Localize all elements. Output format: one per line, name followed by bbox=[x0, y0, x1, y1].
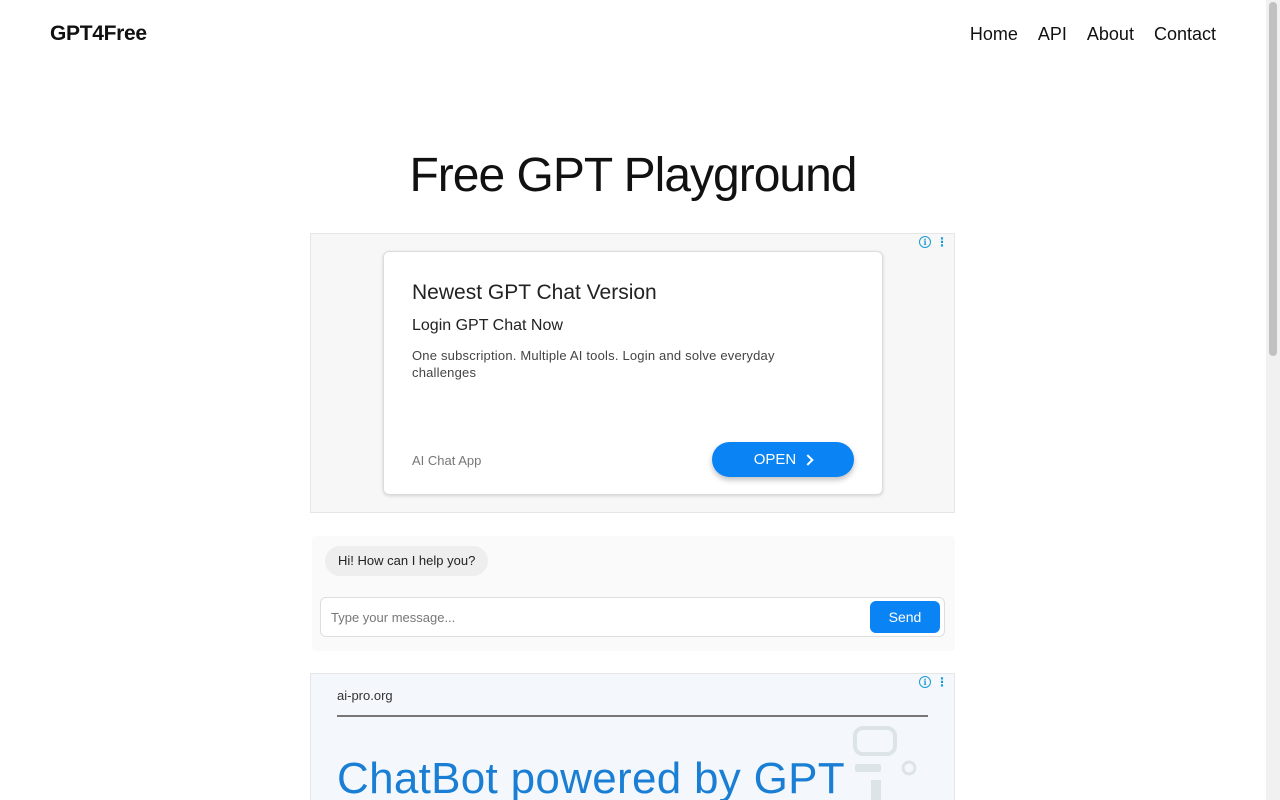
ad-headline-large[interactable]: ChatBot powered by GPT bbox=[337, 754, 845, 800]
ad-domain[interactable]: ai-pro.org bbox=[337, 688, 393, 703]
scrollbar-thumb[interactable] bbox=[1269, 2, 1277, 356]
nav-api-link[interactable]: API bbox=[1038, 24, 1067, 45]
ad-choices-bottom[interactable]: i ⋮ bbox=[919, 676, 948, 688]
nav-home-link[interactable]: Home bbox=[970, 24, 1018, 45]
ad-banner-top[interactable]: i ⋮ Newest GPT Chat Version Login GPT Ch… bbox=[310, 233, 955, 513]
send-button[interactable]: Send bbox=[870, 601, 940, 633]
info-icon[interactable]: i bbox=[919, 676, 931, 688]
main-nav: Home API About Contact bbox=[970, 24, 1216, 45]
ad-card[interactable]: Newest GPT Chat Version Login GPT Chat N… bbox=[383, 251, 883, 495]
brand-logo[interactable]: GPT4Free bbox=[50, 22, 147, 46]
ad-subheadline[interactable]: Login GPT Chat Now bbox=[412, 317, 563, 335]
more-vert-icon[interactable]: ⋮ bbox=[936, 236, 948, 248]
chat-message-bot: Hi! How can I help you? bbox=[325, 546, 489, 576]
chat-input-row: Send bbox=[320, 597, 945, 637]
more-vert-icon[interactable]: ⋮ bbox=[936, 676, 948, 688]
chat-widget: Hi! How can I help you? Send bbox=[312, 536, 955, 651]
chevron-right-icon bbox=[802, 454, 814, 466]
nav-about-link[interactable]: About bbox=[1087, 24, 1134, 45]
ad-description: One subscription. Multiple AI tools. Log… bbox=[412, 348, 775, 380]
ad-source: AI Chat App bbox=[412, 453, 482, 468]
ad-banner-bottom[interactable]: i ⋮ ai-pro.org ChatBot powered by GPT bbox=[310, 673, 955, 800]
ad-open-label: OPEN bbox=[753, 451, 797, 468]
ad-open-button[interactable]: OPEN bbox=[712, 442, 854, 477]
ad-divider bbox=[337, 715, 928, 717]
page: GPT4Free Home API About Contact Free GPT… bbox=[0, 0, 1266, 800]
robot-watermark-icon bbox=[853, 726, 917, 800]
nav-contact-link[interactable]: Contact bbox=[1154, 24, 1216, 45]
chat-message-input[interactable] bbox=[331, 607, 851, 627]
ad-headline[interactable]: Newest GPT Chat Version bbox=[412, 281, 657, 305]
page-scrollbar[interactable] bbox=[1266, 0, 1280, 800]
info-icon[interactable]: i bbox=[919, 236, 931, 248]
page-title: Free GPT Playground bbox=[409, 149, 857, 202]
ad-choices[interactable]: i ⋮ bbox=[919, 236, 948, 248]
